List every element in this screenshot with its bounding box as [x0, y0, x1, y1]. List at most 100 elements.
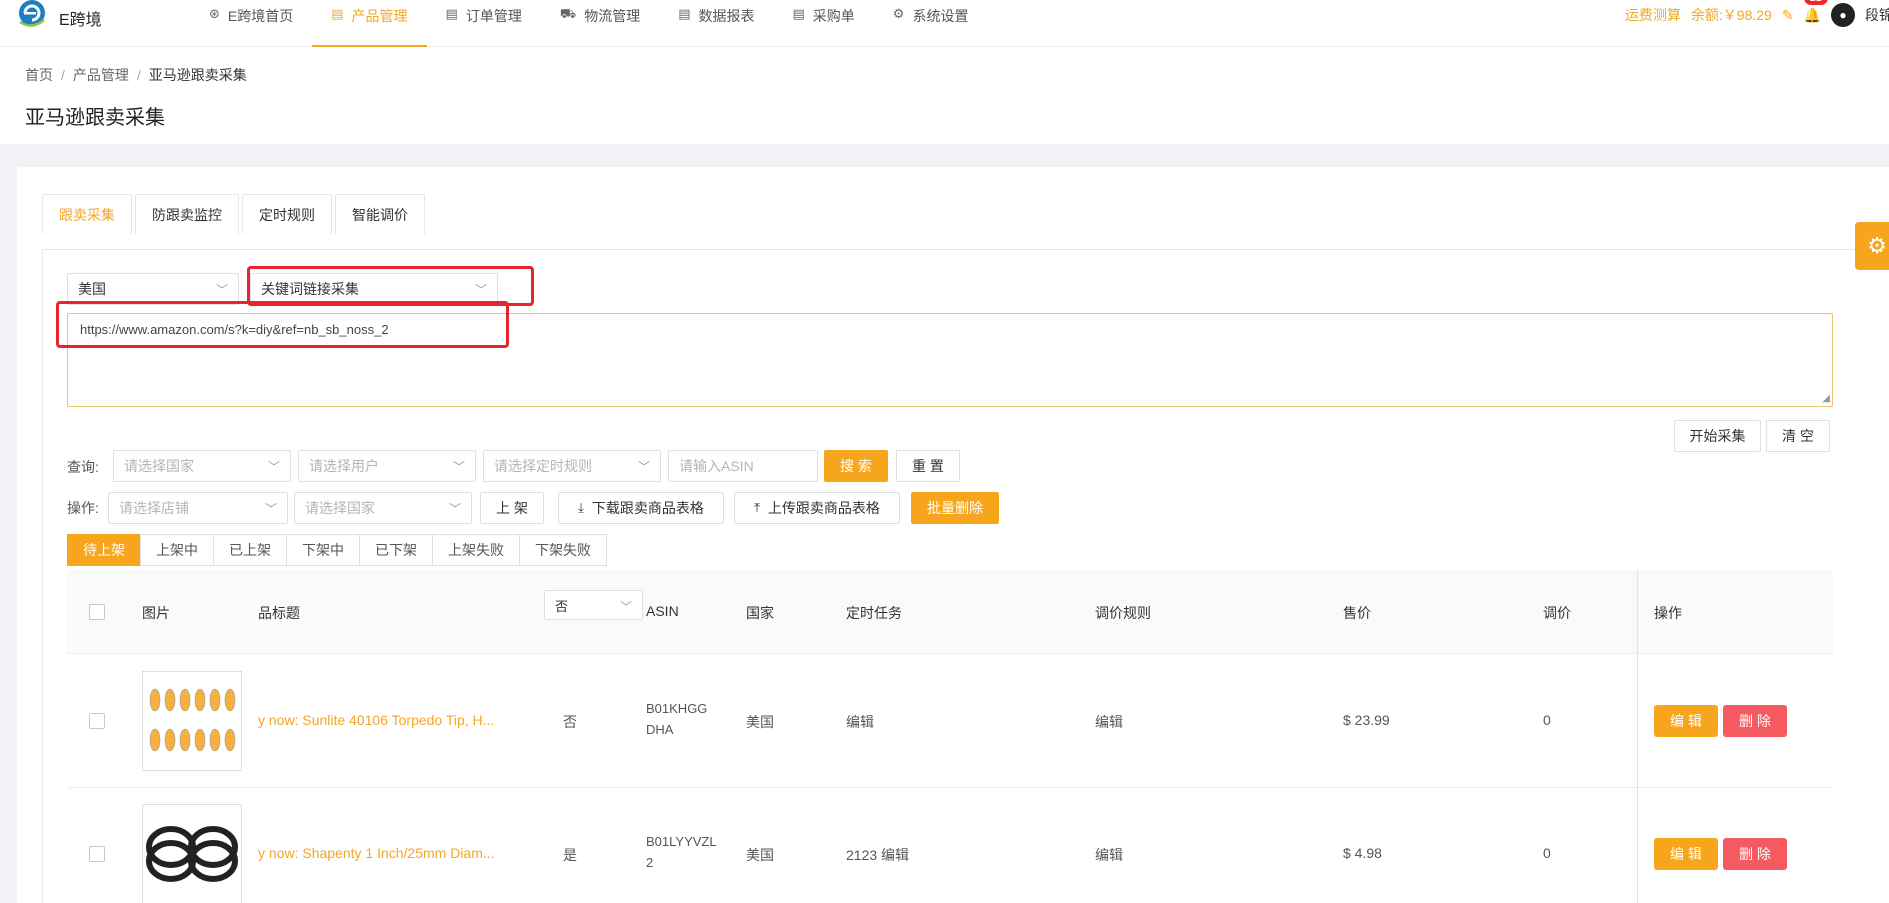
price-value: $ 23.99 — [1343, 712, 1390, 728]
country-value: 美国 — [746, 714, 774, 730]
row-checkbox[interactable] — [89, 713, 105, 729]
product-thumbnail[interactable] — [142, 671, 242, 771]
country-value: 美国 — [746, 847, 774, 863]
header-right: 运费测算 余额:￥98.29 ✎ 🔔 21 ● 段锦 — [1625, 0, 1889, 30]
product-table: 图片 品标题 否 ﹀ ASIN 国家 定时任务 调价规则 售价 调价 操作 y … — [67, 570, 1833, 903]
nav-item-settings[interactable]: ⚙ 系统设置 — [874, 0, 988, 47]
reset-button[interactable]: 重 置 — [896, 450, 960, 482]
placeholder: 请选择国家 — [305, 500, 375, 516]
tab-follow-collect[interactable]: 跟卖采集 — [42, 194, 132, 234]
status-tab-list-failed[interactable]: 上架失败 — [432, 534, 520, 566]
select-all-checkbox[interactable] — [89, 604, 105, 620]
shipping-calc-link[interactable]: 运费测算 — [1625, 5, 1681, 25]
row-checkbox[interactable] — [89, 846, 105, 862]
product-thumbnail[interactable] — [142, 804, 242, 903]
store-select[interactable]: 请选择店铺 ﹀ — [108, 492, 288, 524]
query-country-select[interactable]: 请选择国家 ﹀ — [113, 450, 291, 482]
notification-bell[interactable]: 🔔 21 — [1803, 0, 1828, 24]
order-icon: ▤ — [445, 6, 458, 21]
nav-label: 数据报表 — [698, 8, 755, 24]
breadcrumb-section[interactable]: 产品管理 — [73, 67, 129, 83]
product-title-link[interactable]: y now: Shapenty 1 Inch/25mm Diam... — [258, 845, 495, 861]
flag-filter-select[interactable]: 否 ﹀ — [544, 590, 643, 620]
nav-item-home[interactable]: ⊛ E跨境首页 — [190, 0, 312, 47]
highlight-box-url — [56, 301, 509, 348]
chevron-down-icon: ﹀ — [637, 460, 650, 474]
status-tab-pending[interactable]: 待上架 — [67, 534, 141, 566]
list-on-shelf-button[interactable]: 上 架 — [480, 492, 544, 524]
nav-item-purchase[interactable]: ▤ 采购单 — [774, 0, 874, 47]
rule-edit-link[interactable]: 编辑 — [1095, 845, 1123, 865]
page-header: 首页 / 产品管理 / 亚马逊跟卖采集 亚马逊跟卖采集 — [0, 47, 1889, 144]
tab-anti-follow[interactable]: 防跟卖监控 — [135, 194, 239, 234]
nav-label: 系统设置 — [912, 8, 969, 24]
product-title-link[interactable]: y now: Sunlite 40106 Torpedo Tip, H... — [258, 712, 494, 728]
page-title: 亚马逊跟卖采集 — [25, 107, 165, 129]
status-tab-listed[interactable]: 已上架 — [213, 534, 287, 566]
asin-line-1: B01LYYVZL — [646, 834, 717, 849]
download-icon: ⤓ — [578, 500, 584, 515]
batch-delete-button[interactable]: 批量删除 — [911, 492, 999, 524]
query-rule-select[interactable]: 请选择定时规则 ﹀ — [483, 450, 661, 482]
task-edit-link[interactable]: 2123 编辑 — [846, 845, 909, 865]
upload-table-button[interactable]: ⤒ 上传跟卖商品表格 — [734, 492, 900, 524]
user-avatar-icon[interactable]: ● — [1831, 3, 1855, 27]
filter-value: 否 — [555, 598, 569, 614]
truck-icon: ⛟ — [559, 6, 577, 21]
resize-grip-icon[interactable]: ◢ — [1822, 393, 1830, 404]
search-button[interactable]: 搜 索 — [824, 450, 888, 482]
th-country: 国家 — [746, 605, 774, 621]
download-table-button[interactable]: ⤓ 下载跟卖商品表格 — [558, 492, 724, 524]
task-edit-link[interactable]: 编辑 — [846, 712, 874, 732]
nav-label: 物流管理 — [584, 8, 641, 24]
nav-item-logistics[interactable]: ⛟ 物流管理 — [541, 0, 659, 47]
rule-edit-link[interactable]: 编辑 — [1095, 712, 1123, 732]
asin-line-2: 2 — [646, 855, 654, 870]
tab-schedule-rules[interactable]: 定时规则 — [242, 194, 332, 234]
edit-button[interactable]: 编 辑 — [1654, 705, 1718, 737]
bell-icon: 🔔 — [1803, 6, 1821, 23]
breadcrumb-home[interactable]: 首页 — [25, 67, 53, 83]
floating-settings-gear-icon[interactable]: ⚙ — [1855, 222, 1889, 270]
username[interactable]: 段锦 — [1865, 5, 1889, 25]
delete-button[interactable]: 删 除 — [1723, 705, 1787, 737]
nav-item-orders[interactable]: ▤ 订单管理 — [427, 0, 541, 47]
th-asin: ASIN — [646, 603, 679, 619]
fixed-column-divider — [1637, 570, 1638, 903]
clear-button[interactable]: 清 空 — [1766, 420, 1830, 452]
nav-label: 订单管理 — [465, 8, 522, 24]
brand-logo-icon[interactable] — [16, 0, 48, 30]
placeholder: 请选择国家 — [124, 458, 194, 474]
nav-label: 产品管理 — [351, 8, 408, 24]
query-user-select[interactable]: 请选择用户 ﹀ — [298, 450, 476, 482]
th-title: 品标题 — [258, 605, 300, 621]
flag-value: 否 — [563, 714, 577, 730]
asin-line-2: DHA — [646, 722, 674, 737]
tab-panel: 美国 ﹀ 关键词链接采集 ﹀ https://www.amazon.com/s?… — [42, 249, 1889, 903]
chevron-down-icon: ﹀ — [448, 502, 461, 516]
button-label: 上传跟卖商品表格 — [767, 500, 880, 516]
tab-bar: 跟卖采集 防跟卖监控 定时规则 智能调价 — [42, 194, 428, 234]
status-tab-listing[interactable]: 上架中 — [140, 534, 214, 566]
report-icon: ▤ — [678, 6, 691, 21]
nav-item-reports[interactable]: ▤ 数据报表 — [659, 0, 773, 47]
tab-smart-pricing[interactable]: 智能调价 — [335, 194, 425, 234]
start-collect-button[interactable]: 开始采集 — [1674, 420, 1761, 452]
status-tab-delisted[interactable]: 已下架 — [359, 534, 433, 566]
asin-input[interactable]: 请输入ASIN — [668, 450, 818, 482]
status-tab-delisting[interactable]: 下架中 — [286, 534, 360, 566]
table-row: y now: Shapenty 1 Inch/25mm Diam... 是 B0… — [67, 788, 1833, 903]
th-rule: 调价规则 — [1095, 605, 1151, 621]
nav-label: E跨境首页 — [227, 8, 294, 24]
balance-text: 余额:￥98.29 — [1690, 7, 1772, 23]
breadcrumb-separator: / — [61, 67, 65, 83]
status-tab-delist-failed[interactable]: 下架失败 — [519, 534, 607, 566]
ops-country-select[interactable]: 请选择国家 ﹀ — [294, 492, 472, 524]
edit-button[interactable]: 编 辑 — [1654, 838, 1718, 870]
gear-icon: ⚙ — [892, 6, 905, 21]
main-nav: ⊛ E跨境首页 ▤ 产品管理 ▤ 订单管理 ⛟ 物流管理 ▤ 数据报表 ▤ 采购单 ⚙ 系统设… — [190, 0, 987, 47]
edit-pencil-icon[interactable]: ✎ — [1782, 7, 1794, 24]
nav-item-products[interactable]: ▤ 产品管理 — [312, 0, 427, 47]
delete-button[interactable]: 删 除 — [1723, 838, 1787, 870]
rings-image-icon — [146, 826, 238, 882]
